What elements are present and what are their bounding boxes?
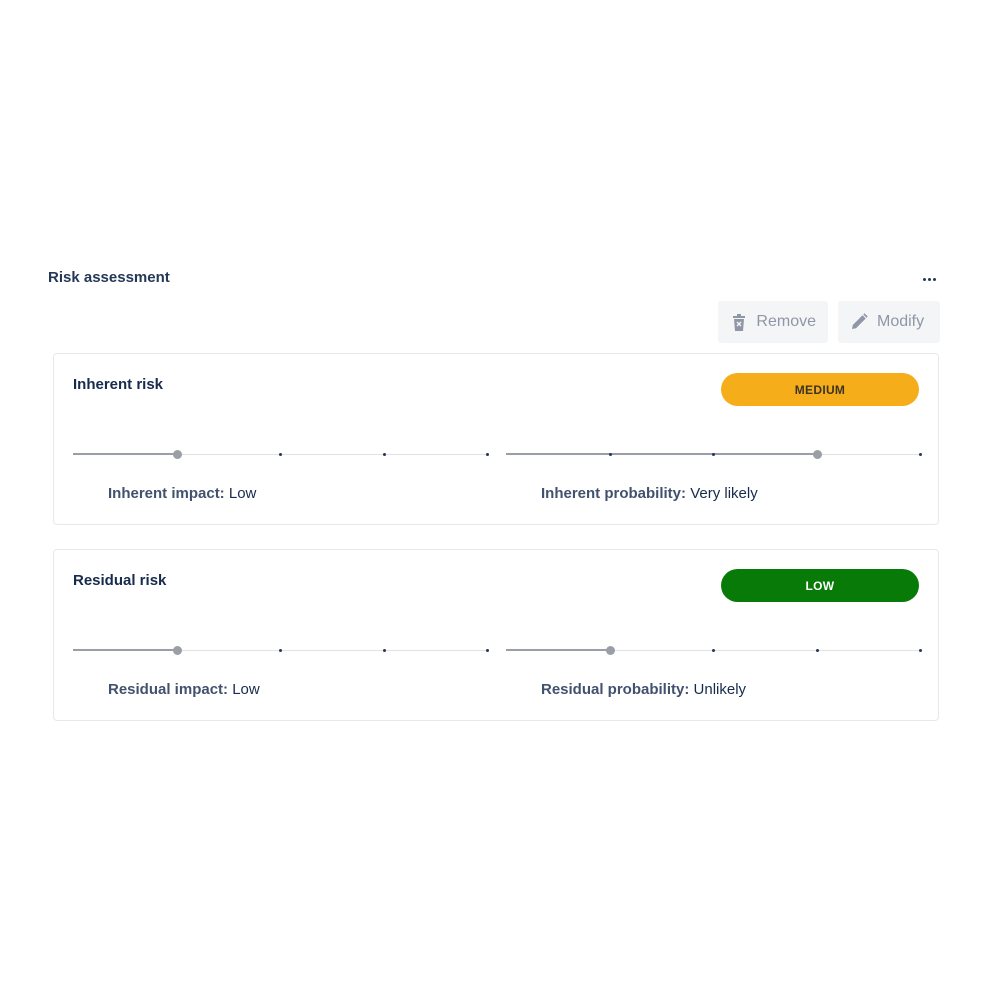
- slider-tick: [279, 649, 282, 652]
- inherent-risk-card: Inherent risk MEDIUM Inherent impact: Lo…: [53, 353, 939, 525]
- slider-tick: [712, 649, 715, 652]
- residual-probability-field: Residual probability: Unlikely: [541, 681, 746, 698]
- slider-tick: [608, 453, 612, 456]
- section-header: Risk assessment: [48, 262, 940, 298]
- residual-risk-card: Residual risk LOW Residual impact: Low R…: [53, 549, 939, 721]
- inherent-risk-title: Inherent risk: [73, 376, 164, 393]
- slider-tick: [382, 453, 386, 456]
- action-toolbar: Remove Modify: [718, 301, 940, 343]
- risk-assessment-section: Risk assessment Remove Modify Inherent r…: [48, 262, 940, 721]
- slider-fill: [506, 649, 610, 651]
- inherent-impact-slider[interactable]: [73, 450, 489, 459]
- slider-fill: [506, 453, 817, 455]
- slider-tick: [919, 649, 922, 652]
- remove-label: Remove: [756, 313, 816, 330]
- slider-tick: [815, 649, 819, 652]
- inherent-impact-field: Inherent impact: Low: [108, 485, 256, 502]
- inherent-impact-label: Inherent impact:: [108, 485, 225, 502]
- slider-thumb[interactable]: [605, 646, 615, 655]
- slider-fill: [73, 649, 177, 651]
- more-options-button[interactable]: [918, 268, 940, 290]
- slider-tick: [486, 453, 489, 456]
- slider-fill: [73, 453, 177, 455]
- residual-impact-field: Residual impact: Low: [108, 681, 260, 698]
- slider-tick: [382, 649, 386, 652]
- residual-risk-badge: LOW: [721, 569, 919, 602]
- modify-label: Modify: [877, 313, 925, 330]
- section-title: Risk assessment: [48, 269, 170, 286]
- inherent-risk-badge: MEDIUM: [721, 373, 919, 406]
- inherent-probability-label: Inherent probability:: [541, 485, 687, 502]
- inherent-probability-field: Inherent probability: Very likely: [541, 485, 758, 502]
- pencil-icon: [848, 311, 870, 333]
- inherent-impact-value: Low: [228, 485, 257, 502]
- slider-thumb[interactable]: [172, 450, 182, 459]
- inherent-probability-value: Very likely: [690, 485, 758, 502]
- slider-tick: [712, 453, 715, 456]
- trash-icon: [728, 311, 749, 333]
- residual-probability-label: Residual probability:: [541, 681, 690, 698]
- slider-tick: [486, 649, 489, 652]
- residual-impact-value: Low: [232, 681, 260, 698]
- more-horizontal-icon: [922, 277, 937, 281]
- residual-risk-title: Residual risk: [73, 572, 167, 589]
- slider-tick: [279, 453, 282, 456]
- residual-probability-value: Unlikely: [693, 681, 747, 698]
- remove-button[interactable]: Remove: [718, 301, 828, 343]
- slider-thumb[interactable]: [172, 646, 182, 655]
- inherent-probability-slider[interactable]: [506, 450, 922, 459]
- slider-thumb[interactable]: [812, 450, 822, 459]
- residual-impact-slider[interactable]: [73, 646, 489, 655]
- modify-button[interactable]: Modify: [838, 301, 940, 343]
- residual-impact-label: Residual impact:: [108, 681, 229, 698]
- residual-probability-slider[interactable]: [506, 646, 922, 655]
- slider-tick: [919, 453, 922, 456]
